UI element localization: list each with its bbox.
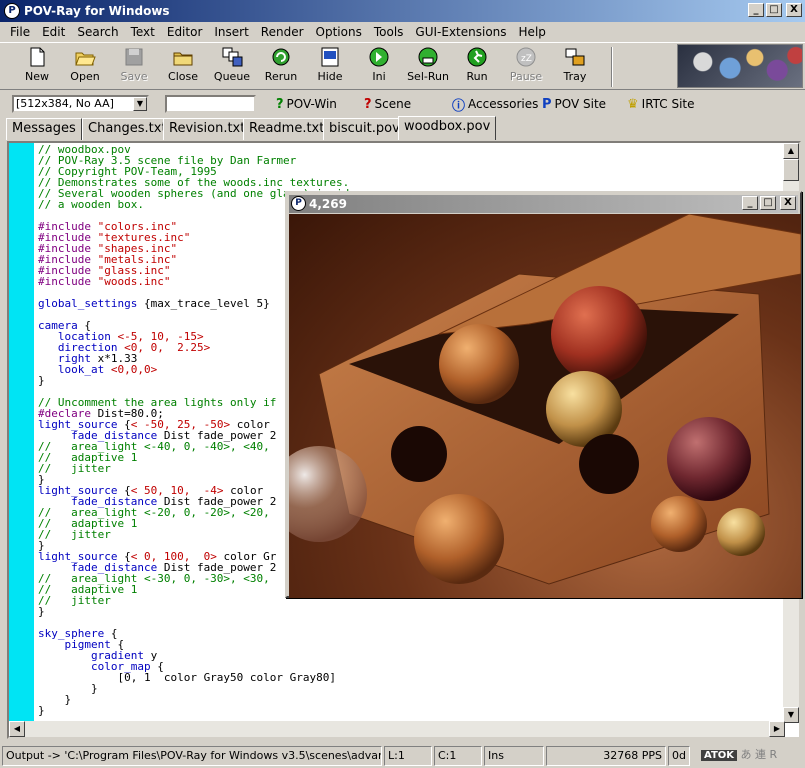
resolution-select[interactable]: [512x384, No AA] ▼ xyxy=(12,95,149,113)
status-line: L:1 xyxy=(384,746,432,766)
rerun-icon xyxy=(272,48,290,66)
status-pps: 32768 PPS xyxy=(546,746,666,766)
menu-text[interactable]: Text xyxy=(125,25,161,39)
rerun-button[interactable]: Rerun xyxy=(257,46,305,88)
close-folder-icon xyxy=(173,52,193,66)
ime-status[interactable]: ATOK あ 連 R xyxy=(698,746,803,766)
render-window-title: 4,269 xyxy=(309,197,347,211)
save-button[interactable]: Save xyxy=(110,46,158,88)
menu-help[interactable]: Help xyxy=(513,25,552,39)
scene-help-button[interactable]: ? Scene xyxy=(364,96,411,112)
render-window[interactable]: P 4,269 _ □ X xyxy=(285,191,802,598)
render-minimize-button[interactable]: _ xyxy=(742,196,758,210)
sel-run-button[interactable]: Sel-Run xyxy=(404,46,452,88)
scroll-down-button[interactable]: ▼ xyxy=(783,707,799,723)
new-button[interactable]: New xyxy=(13,46,61,88)
open-folder-icon xyxy=(75,52,96,66)
toolbar-separator xyxy=(611,47,613,87)
status-time: 0d xyxy=(668,746,690,766)
menu-editor[interactable]: Editor xyxy=(161,25,209,39)
hide-icon xyxy=(321,47,339,67)
ini-runner-icon xyxy=(369,47,389,67)
tab-revision-txt[interactable]: Revision.txt xyxy=(163,118,252,140)
menu-gui-extensions[interactable]: GUI-Extensions xyxy=(409,25,512,39)
povray-logo-image xyxy=(677,44,803,88)
menu-insert[interactable]: Insert xyxy=(208,25,254,39)
tab-woodbox-pov[interactable]: woodbox.pov xyxy=(398,116,497,140)
menu-search[interactable]: Search xyxy=(71,25,124,39)
irtc-site-button[interactable]: ♛ IRTC Site xyxy=(627,96,695,112)
tab-changes-txt[interactable]: Changes.txt xyxy=(82,118,173,140)
menu-render[interactable]: Render xyxy=(255,25,310,39)
status-bar: Output -> 'C:\Program Files\POV-Ray for … xyxy=(0,744,805,768)
render-window-titlebar[interactable]: P 4,269 _ □ X xyxy=(289,195,798,213)
code-line[interactable]: } xyxy=(38,683,356,694)
menu-tools[interactable]: Tools xyxy=(368,25,410,39)
woodbox-scene-illustration xyxy=(289,214,801,585)
ime-mode-chars: あ 連 R xyxy=(740,748,778,761)
menu-bar: File Edit Search Text Editor Insert Rend… xyxy=(0,22,805,42)
menu-file[interactable]: File xyxy=(4,25,36,39)
help-icon: ? xyxy=(364,96,372,112)
ime-atok-badge[interactable]: ATOK xyxy=(701,750,738,761)
info-icon: ⓘ xyxy=(452,98,466,114)
code-line[interactable]: } xyxy=(38,705,356,716)
run-icon xyxy=(467,47,487,67)
minimize-button[interactable]: _ xyxy=(748,3,764,17)
hide-button[interactable]: Hide xyxy=(306,46,354,88)
pov-site-icon: P xyxy=(542,96,552,112)
maximize-button[interactable]: □ xyxy=(766,3,782,17)
ini-button[interactable]: Ini xyxy=(355,46,403,88)
help-icon: ? xyxy=(276,96,284,112)
sel-run-icon xyxy=(418,47,438,67)
tray-button[interactable]: Tray xyxy=(551,46,599,88)
accessories-button[interactable]: ⓘ Accessories xyxy=(452,96,538,114)
menu-options[interactable]: Options xyxy=(310,25,368,39)
horizontal-scrollbar[interactable]: ◀ ▶ xyxy=(9,721,785,737)
trophy-icon: ♛ xyxy=(627,96,639,112)
command-input[interactable] xyxy=(165,95,256,113)
pov-site-button[interactable]: P POV Site xyxy=(542,96,606,112)
save-disk-icon xyxy=(125,48,143,66)
tab-readme-txt[interactable]: Readme.txt xyxy=(243,118,331,140)
open-button[interactable]: Open xyxy=(61,46,109,88)
scroll-right-button[interactable]: ▶ xyxy=(769,721,785,737)
menu-edit[interactable]: Edit xyxy=(36,25,71,39)
close-file-button[interactable]: Close xyxy=(159,46,207,88)
status-column: C:1 xyxy=(434,746,482,766)
povray-app-icon[interactable]: P xyxy=(4,3,20,19)
chevron-down-icon[interactable]: ▼ xyxy=(133,97,147,111)
editor-tabs: Messages Changes.txt Revision.txt Readme… xyxy=(0,116,805,140)
scroll-left-button[interactable]: ◀ xyxy=(9,721,25,737)
scroll-up-button[interactable]: ▲ xyxy=(783,143,799,159)
pause-icon: zZ xyxy=(516,47,536,67)
tray-icon xyxy=(565,48,585,66)
status-insert-mode: Ins xyxy=(484,746,544,766)
close-button[interactable]: X xyxy=(786,3,802,17)
status-output: Output -> 'C:\Program Files\POV-Ray for … xyxy=(2,746,382,766)
pause-button[interactable]: zZ Pause xyxy=(502,46,550,88)
new-file-icon xyxy=(30,47,45,67)
run-button[interactable]: Run xyxy=(453,46,501,88)
svg-text:zZ: zZ xyxy=(521,54,532,64)
code-line[interactable]: } xyxy=(38,694,356,705)
povray-app-icon[interactable]: P xyxy=(291,196,306,211)
scroll-thumb[interactable] xyxy=(783,159,799,181)
rendered-woodbox-image xyxy=(289,214,801,598)
queue-icon xyxy=(222,47,243,67)
render-close-button[interactable]: X xyxy=(780,196,796,210)
pov-win-help-button[interactable]: ? POV-Win xyxy=(276,96,337,112)
code-line[interactable]: } xyxy=(38,606,356,617)
app-titlebar[interactable]: P POV-Ray for Windows _ □ X xyxy=(0,0,805,22)
render-maximize-button[interactable]: □ xyxy=(760,196,776,210)
tab-messages[interactable]: Messages xyxy=(6,118,82,140)
window-title: POV-Ray for Windows xyxy=(24,4,170,18)
queue-button[interactable]: Queue xyxy=(208,46,256,88)
editor-gutter[interactable] xyxy=(9,143,34,737)
tab-biscuit-pov[interactable]: biscuit.pov xyxy=(323,118,406,140)
